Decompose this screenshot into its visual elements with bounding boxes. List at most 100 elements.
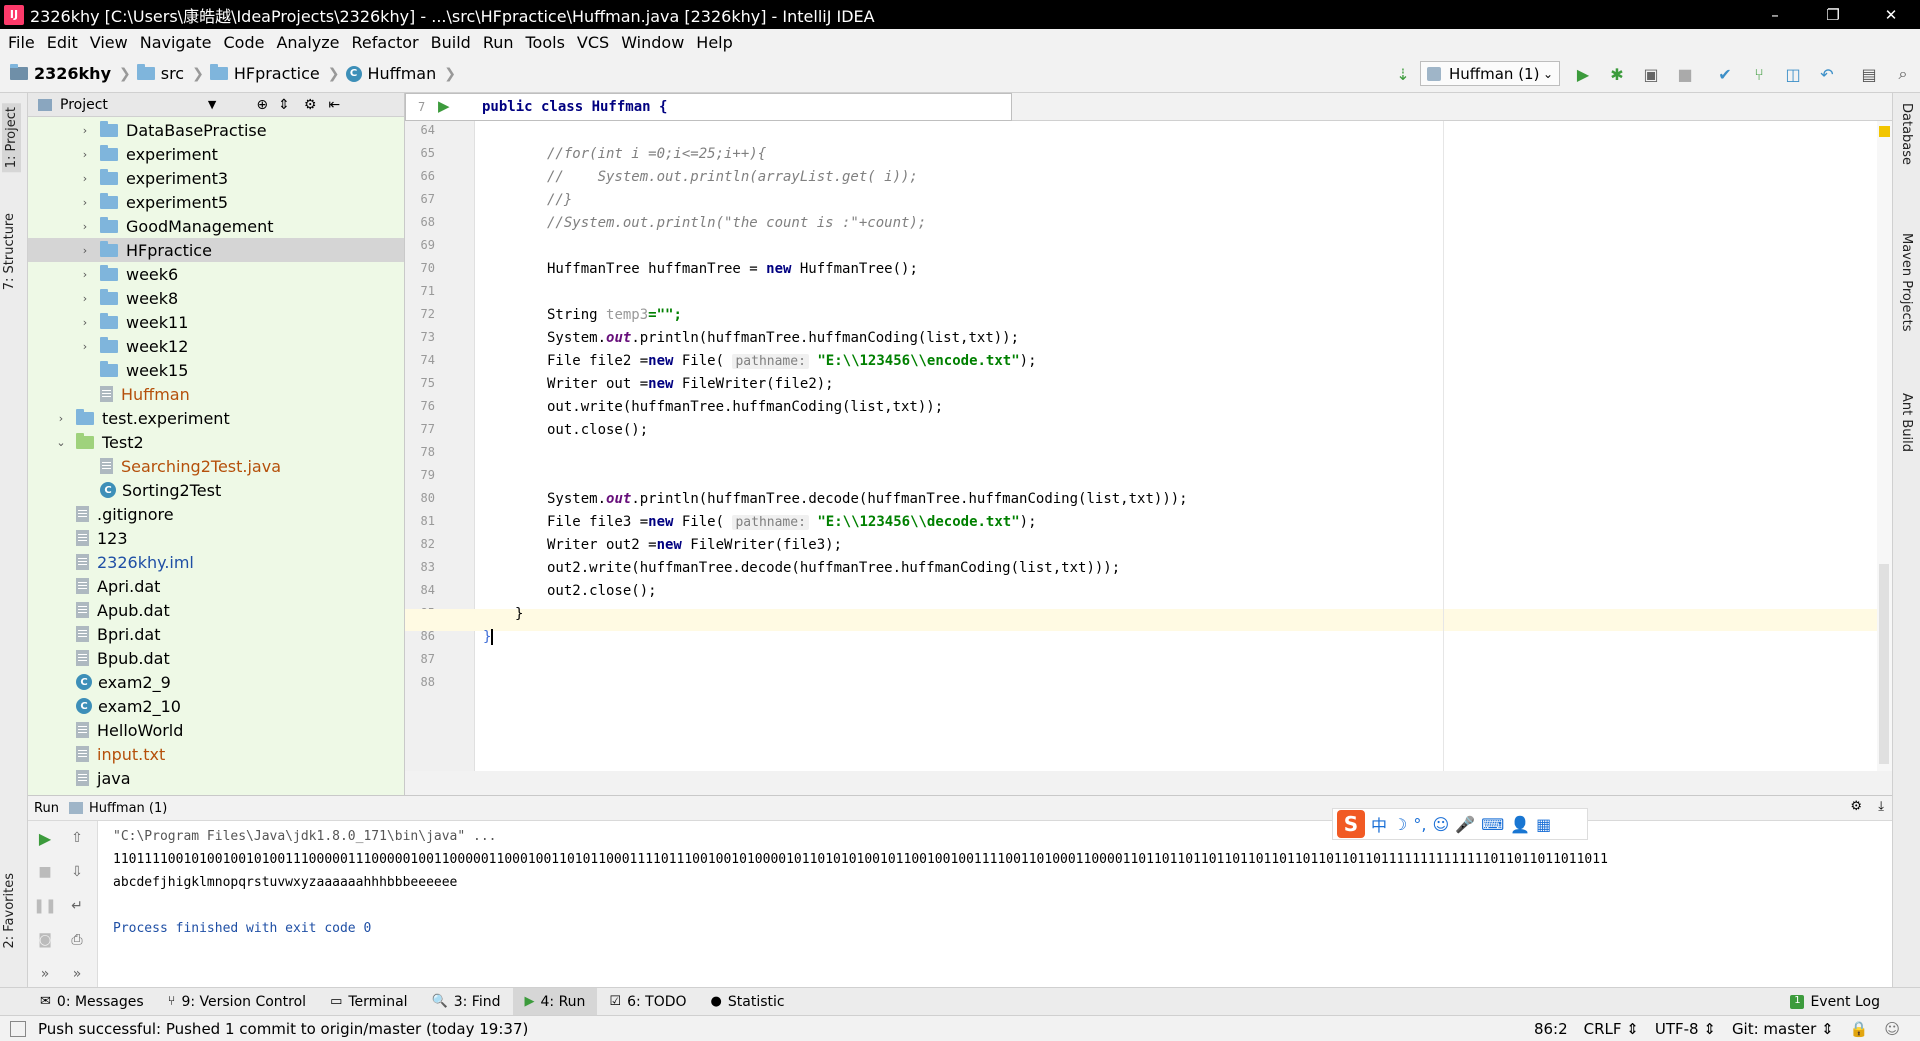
menu-window[interactable]: Window xyxy=(617,33,692,52)
tree-item[interactable]: 2326khy.iml xyxy=(28,550,404,574)
tree-item[interactable]: › DataBasePractise xyxy=(28,118,404,142)
collapse-all-icon[interactable]: ⇕ xyxy=(278,97,290,113)
breadcrumb-project[interactable]: 2326khy ❯ xyxy=(0,64,137,83)
chevron-down-icon[interactable]: ▼ xyxy=(208,98,216,111)
expand-arrow-icon[interactable]: › xyxy=(78,292,92,305)
menu-tools[interactable]: Tools xyxy=(522,33,573,52)
tree-item[interactable]: Apub.dat xyxy=(28,598,404,622)
menu-code[interactable]: Code xyxy=(220,33,273,52)
ime-punctuation-icon[interactable]: °, xyxy=(1413,815,1426,834)
more-icon[interactable]: » xyxy=(34,963,56,985)
close-button[interactable]: ✕ xyxy=(1862,0,1920,29)
expand-arrow-icon[interactable]: › xyxy=(54,412,68,425)
run-gutter-icon[interactable]: ▶ xyxy=(438,97,450,115)
vcs-revert-icon[interactable]: ↶ xyxy=(1816,63,1838,85)
coverage-icon[interactable]: ▣ xyxy=(1640,63,1662,85)
inspector-icon[interactable]: ☺ xyxy=(1884,1020,1900,1038)
expand-arrow-icon[interactable]: › xyxy=(78,268,92,281)
tree-item[interactable]: 123 xyxy=(28,526,404,550)
expand-arrow-icon[interactable]: › xyxy=(78,316,92,329)
breadcrumb-class[interactable]: C Huffman ❯ xyxy=(345,64,462,83)
vcs-update-icon[interactable]: ⇣ xyxy=(1392,63,1414,85)
vcs-push-icon[interactable]: ⑂ xyxy=(1748,63,1770,85)
menu-analyze[interactable]: Analyze xyxy=(272,33,347,52)
debug-icon[interactable]: ✱ xyxy=(1606,63,1628,85)
vcs-history-icon[interactable]: ◫ xyxy=(1782,63,1804,85)
print-icon[interactable]: ⎙ xyxy=(66,929,88,951)
expand-arrow-icon[interactable]: › xyxy=(78,148,92,161)
git-branch[interactable]: Git: master ⇕ xyxy=(1732,1020,1834,1038)
vcs-commit-icon[interactable]: ✔ xyxy=(1714,63,1736,85)
tree-item[interactable]: › test.experiment xyxy=(28,406,404,430)
tree-item[interactable]: › experiment3 xyxy=(28,166,404,190)
tool-button[interactable]: ▶ 4: Run xyxy=(512,987,598,1016)
toggle-tool-windows-icon[interactable] xyxy=(10,1020,26,1037)
tree-item[interactable]: Searching2Test.java xyxy=(28,454,404,478)
tab-favorites[interactable]: 2: Favorites xyxy=(2,873,17,949)
tree-item[interactable]: Cexam2_10 xyxy=(28,694,404,718)
gear-icon[interactable]: ⚙ xyxy=(1850,799,1862,814)
tool-button[interactable]: 🔍 3: Find xyxy=(420,988,513,1016)
menu-navigate[interactable]: Navigate xyxy=(136,33,220,52)
editor-scrollbar[interactable] xyxy=(1879,564,1889,764)
menu-run[interactable]: Run xyxy=(479,33,522,52)
tab-maven-projects[interactable]: Maven Projects xyxy=(1899,233,1914,332)
camera-icon[interactable]: ◙ xyxy=(34,929,56,951)
ime-keyboard-icon[interactable]: ⌨ xyxy=(1481,815,1504,834)
down-arrow-icon[interactable]: ⇩ xyxy=(66,861,88,883)
tool-button[interactable]: ● Statistic xyxy=(699,988,797,1016)
tab-project[interactable]: 1: Project xyxy=(2,103,21,173)
tree-item[interactable]: › week11 xyxy=(28,310,404,334)
soft-wrap-icon[interactable]: ↵ xyxy=(66,895,88,917)
sticky-class-header-bar[interactable]: 7 ▶ public class Huffman { xyxy=(405,93,1012,121)
search-everywhere-icon[interactable]: ⌕ xyxy=(1892,63,1914,85)
menu-help[interactable]: Help xyxy=(692,33,740,52)
caret-position[interactable]: 86:2 xyxy=(1534,1020,1568,1038)
run-tab[interactable]: Huffman (1) xyxy=(89,801,167,816)
tree-item[interactable]: Huffman xyxy=(28,382,404,406)
maximize-button[interactable]: ❐ xyxy=(1804,0,1862,29)
warning-indicator-icon[interactable] xyxy=(1879,126,1890,137)
run-configuration-select[interactable]: Huffman (1) ⌄ xyxy=(1420,61,1560,86)
tree-item[interactable]: › week8 xyxy=(28,286,404,310)
breadcrumb-src[interactable]: src ❯ xyxy=(136,64,210,83)
lock-icon[interactable]: 🔒 xyxy=(1850,1020,1869,1038)
breadcrumb-package[interactable]: HFpractice ❯ xyxy=(209,64,346,83)
tab-database[interactable]: Database xyxy=(1899,103,1914,165)
tab-ant-build[interactable]: Ant Build xyxy=(1899,393,1914,452)
status-message[interactable]: Push successful: Pushed 1 commit to orig… xyxy=(38,1020,528,1038)
tree-item[interactable]: Apri.dat xyxy=(28,574,404,598)
sogou-logo-icon[interactable]: S xyxy=(1337,810,1365,838)
expand-arrow-icon[interactable]: › xyxy=(78,124,92,137)
tree-item[interactable]: java xyxy=(28,766,404,790)
stop-icon[interactable]: ■ xyxy=(1674,63,1696,85)
menu-file[interactable]: File xyxy=(4,33,43,52)
ime-microphone-icon[interactable]: 🎤 xyxy=(1455,815,1475,834)
tree-item[interactable]: › week12 xyxy=(28,334,404,358)
expand-arrow-icon[interactable]: › xyxy=(78,340,92,353)
stop-icon[interactable]: ■ xyxy=(34,861,56,883)
menu-edit[interactable]: Edit xyxy=(43,33,86,52)
expand-arrow-icon[interactable]: › xyxy=(78,172,92,185)
code-editor[interactable]: 64 65 66 67 68 69 70 71 72 73 74 75 76 77 78 79 80 81 82 83… xyxy=(405,121,1892,771)
more-icon[interactable]: » xyxy=(66,963,88,985)
run-icon[interactable]: ▶ xyxy=(1572,63,1594,85)
ime-user-icon[interactable]: 👤 xyxy=(1510,815,1530,834)
menu-refactor[interactable]: Refactor xyxy=(348,33,427,52)
up-arrow-icon[interactable]: ⇧ xyxy=(66,827,88,849)
expand-arrow-icon[interactable]: › xyxy=(78,244,92,257)
minimize-button[interactable]: – xyxy=(1746,0,1804,29)
tree-item[interactable]: › week6 xyxy=(28,262,404,286)
line-separator[interactable]: CRLF ⇕ xyxy=(1584,1020,1639,1038)
tree-item[interactable]: week15 xyxy=(28,358,404,382)
project-view-selector[interactable]: Project xyxy=(60,97,108,113)
tree-item[interactable]: › HFpractice xyxy=(28,238,404,262)
project-structure-icon[interactable]: ▤ xyxy=(1858,63,1880,85)
tree-item[interactable]: › GoodManagement xyxy=(28,214,404,238)
pause-icon[interactable]: ❚❚ xyxy=(33,895,56,917)
tool-button[interactable]: ⑂ 9: Version Control xyxy=(156,988,318,1016)
menu-view[interactable]: View xyxy=(86,33,136,52)
expand-arrow-icon[interactable]: › xyxy=(78,196,92,209)
file-encoding[interactable]: UTF-8 ⇕ xyxy=(1655,1020,1716,1038)
menu-build[interactable]: Build xyxy=(427,33,479,52)
